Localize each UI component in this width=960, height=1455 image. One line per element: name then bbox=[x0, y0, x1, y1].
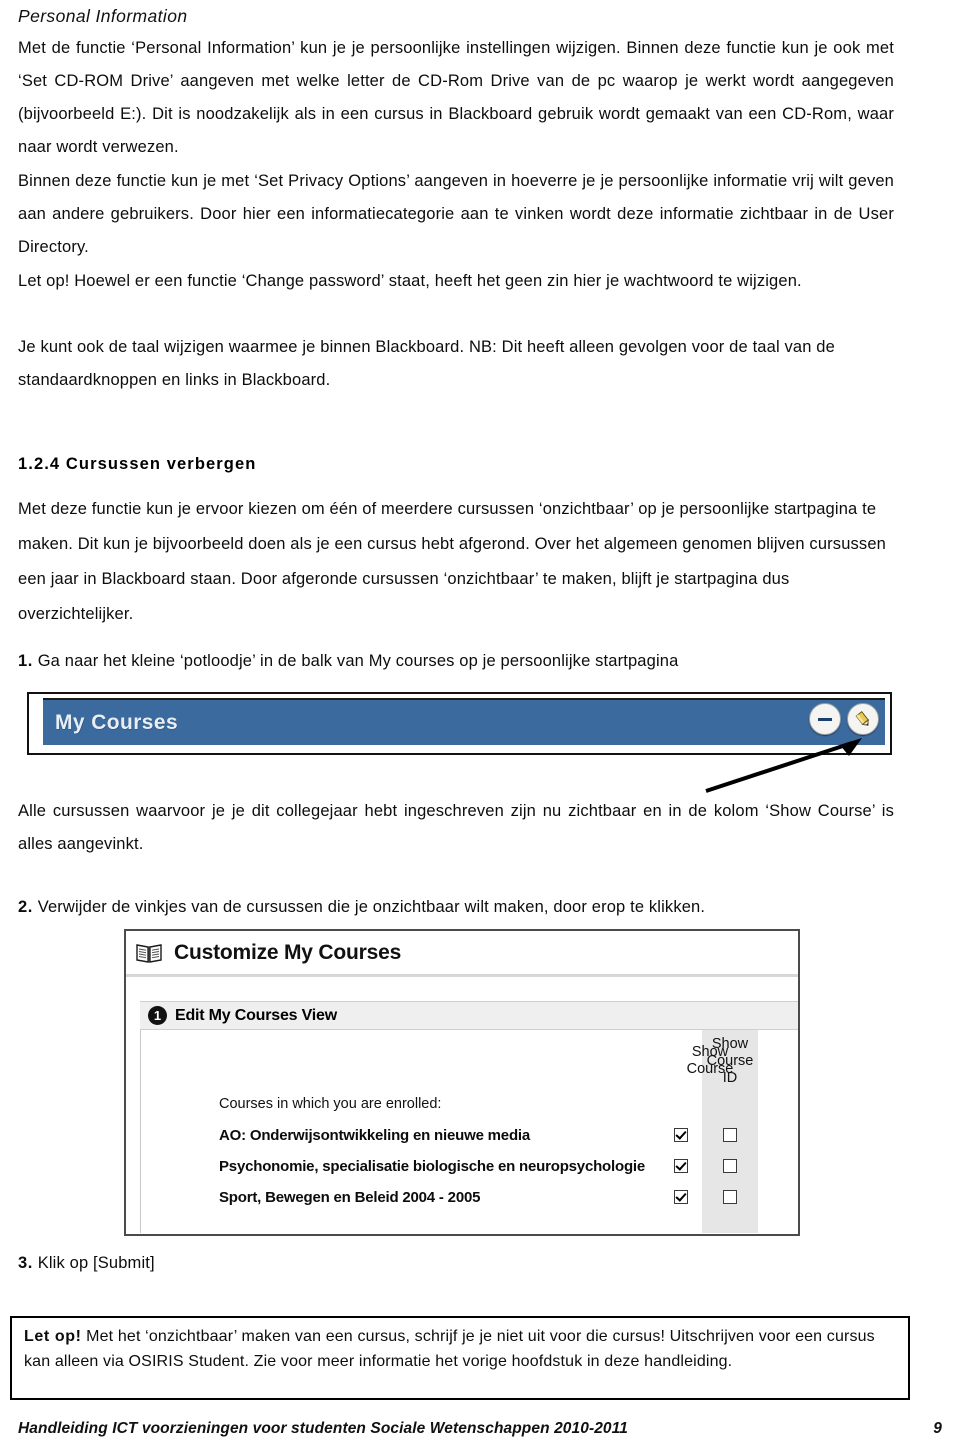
show-course-checkbox[interactable] bbox=[674, 1159, 688, 1173]
screenshot-my-courses-bar: My Courses bbox=[27, 692, 892, 755]
show-course-checkbox[interactable] bbox=[674, 1190, 688, 1204]
pencil-edit-icon[interactable] bbox=[847, 703, 879, 735]
course-name: Sport, Bewegen en Beleid 2004 - 2005 bbox=[219, 1188, 481, 1206]
my-courses-module-bar: My Courses bbox=[43, 698, 885, 750]
page-title: Personal Information bbox=[18, 6, 188, 26]
show-course-checkbox[interactable] bbox=[674, 1128, 688, 1142]
page-number: 9 bbox=[933, 1420, 942, 1437]
show-course-id-checkbox[interactable] bbox=[723, 1159, 737, 1173]
document-page: Personal Information Met de functie ‘Per… bbox=[0, 0, 960, 1455]
paragraph-personal-information: Met de functie ‘Personal Information’ ku… bbox=[18, 39, 894, 156]
show-course-id-checkbox[interactable] bbox=[723, 1128, 737, 1142]
course-name: Psychonomie, specialisatie biologische e… bbox=[219, 1157, 646, 1175]
step-2-number: 2. bbox=[18, 898, 33, 916]
warning-box: Let op! Met het ‘onzichtbaar’ maken van … bbox=[10, 1316, 910, 1400]
customize-body: Show Course Show Course ID Courses in wh… bbox=[140, 1030, 798, 1233]
screenshot-customize-my-courses: Customize My Courses 1 Edit My Courses V… bbox=[124, 929, 800, 1236]
section-heading: 1.2.4 Cursussen verbergen bbox=[18, 455, 257, 473]
paragraph-privacy-options: Binnen deze functie kun je met ‘Set Priv… bbox=[18, 172, 894, 256]
paragraph-after-screenshot: Alle cursussen waarvoor je je dit colleg… bbox=[18, 802, 894, 853]
page-footer: Handleiding ICT voorzieningen voor stude… bbox=[18, 1420, 942, 1438]
show-course-id-checkbox[interactable] bbox=[723, 1190, 737, 1204]
step-number-badge: 1 bbox=[148, 1006, 167, 1025]
column-header-show-course-id: Show Course ID bbox=[706, 1036, 754, 1086]
course-name: AO: Onderwijsontwikkeling en nieuwe medi… bbox=[219, 1126, 531, 1144]
my-courses-title: My Courses bbox=[55, 711, 179, 734]
warning-label: Let op! bbox=[24, 1328, 82, 1345]
step-3: 3. Klik op [Submit] bbox=[18, 1249, 918, 1277]
enrolled-label: Courses in which you are enrolled: bbox=[219, 1096, 442, 1112]
my-courses-icon-group bbox=[809, 703, 879, 735]
step-2-text: Verwijder de vinkjes van de cursussen di… bbox=[37, 898, 706, 916]
footer-title: Handleiding ICT voorzieningen voor stude… bbox=[18, 1420, 628, 1437]
book-icon bbox=[136, 943, 162, 963]
minimize-icon[interactable] bbox=[809, 703, 841, 735]
step-1-text: Ga naar het kleine ‘potloodje’ in de bal… bbox=[37, 652, 679, 670]
customize-header: Customize My Courses bbox=[126, 931, 798, 977]
customize-window-title: Customize My Courses bbox=[174, 940, 402, 964]
table-row: Psychonomie, specialisatie biologische e… bbox=[219, 1151, 798, 1181]
warning-text: Met het ‘onzichtbaar’ maken van een curs… bbox=[24, 1328, 875, 1370]
paragraph-section-intro: Met deze functie kun je ervoor kiezen om… bbox=[18, 500, 886, 623]
step-1: 1. Ga naar het kleine ‘potloodje’ in de … bbox=[18, 647, 918, 675]
paragraph-change-password: Let op! Hoewel er een functie ‘Change pa… bbox=[18, 272, 802, 290]
step-1-number: 1. bbox=[18, 652, 33, 670]
paragraph-language: Je kunt ook de taal wijzigen waarmee je … bbox=[18, 338, 835, 389]
step-2: 2. Verwijder de vinkjes van de cursussen… bbox=[18, 893, 918, 921]
edit-my-courses-view-label: Edit My Courses View bbox=[175, 1006, 337, 1024]
column-header-group: Show Course ID bbox=[702, 1036, 758, 1087]
step-3-number: 3. bbox=[18, 1254, 33, 1272]
table-row: Sport, Bewegen en Beleid 2004 - 2005 bbox=[219, 1182, 798, 1212]
customize-spacer bbox=[126, 977, 798, 1001]
step-3-text: Klik op [Submit] bbox=[37, 1254, 155, 1272]
customize-step-bar: 1 Edit My Courses View bbox=[140, 1001, 798, 1030]
table-row: AO: Onderwijsontwikkeling en nieuwe medi… bbox=[219, 1120, 798, 1150]
